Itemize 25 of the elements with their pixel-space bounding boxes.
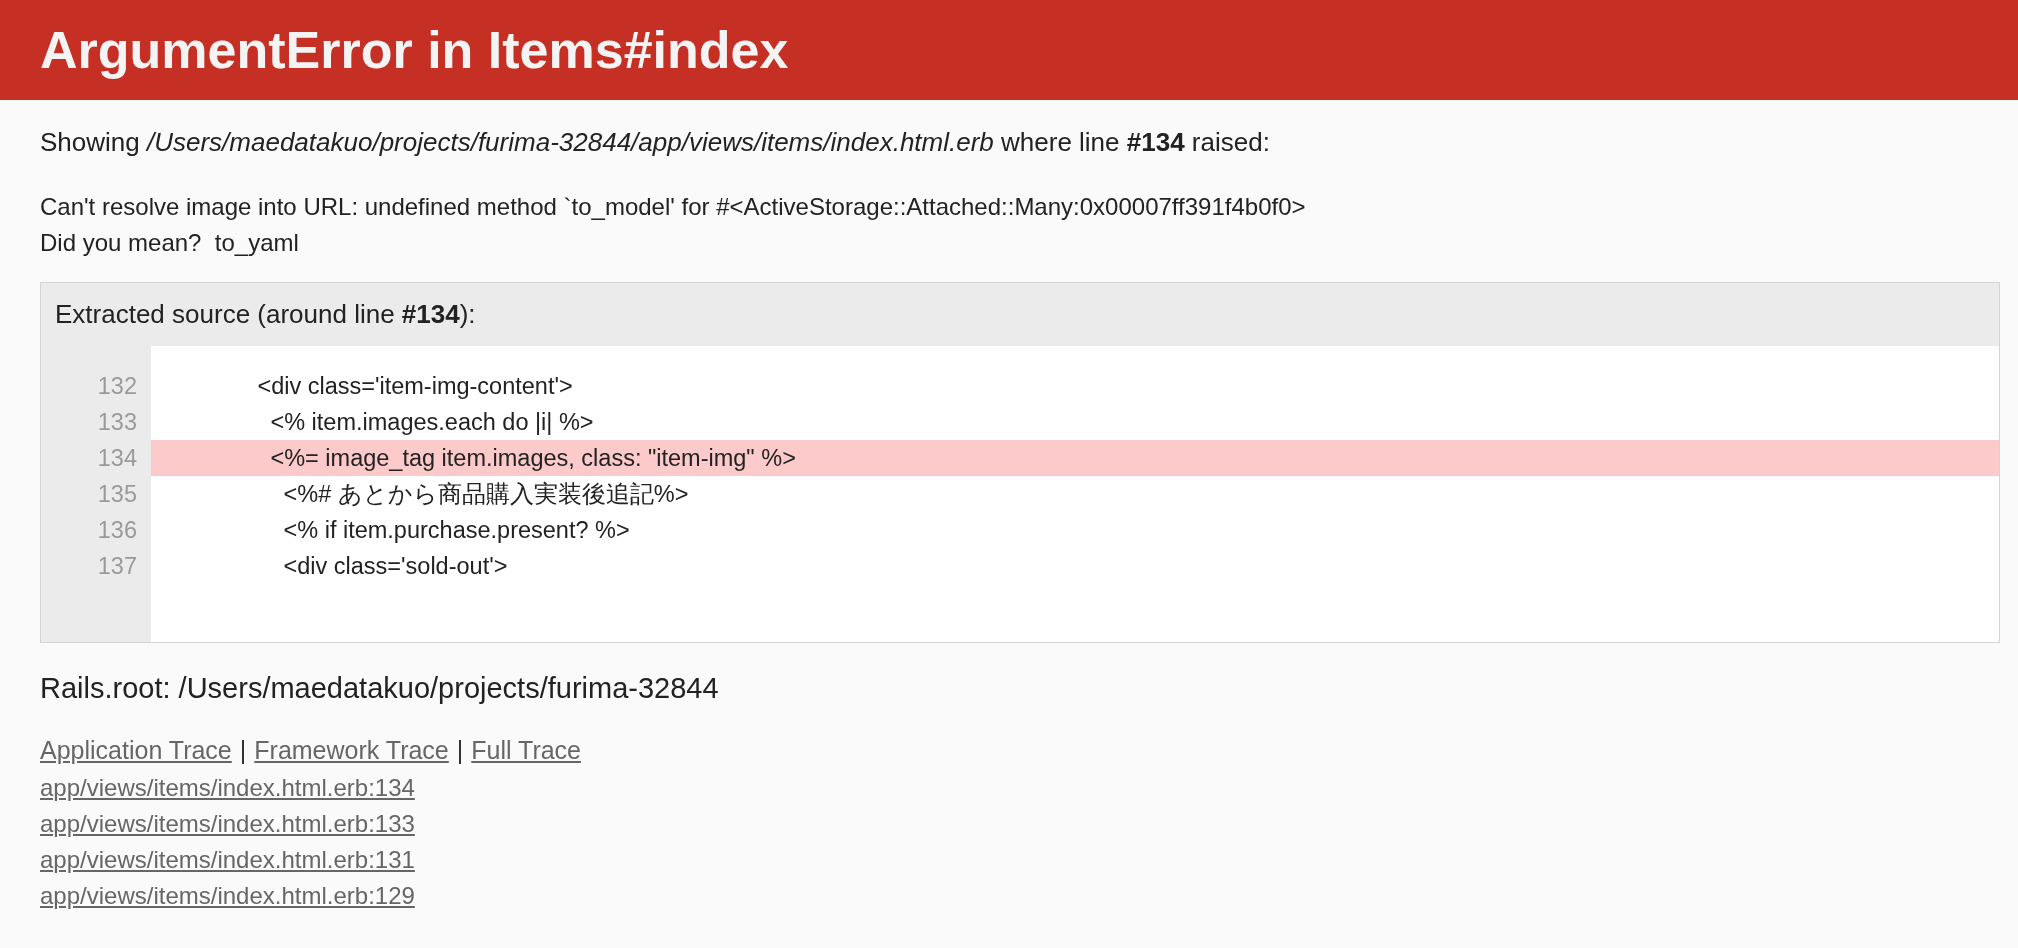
error-title: ArgumentError in Items#index bbox=[40, 20, 789, 81]
error-message: Can't resolve image into URL: undefined method `to_model' for #<ActiveStorage::Attached::Many:0x00007ff391f4b0f0> bbox=[40, 192, 1306, 222]
trace-link[interactable]: Full Trace bbox=[471, 734, 582, 766]
link-separator: | bbox=[239, 735, 247, 766]
trace-frame-link[interactable]: app/views/items/index.html.erb:134 bbox=[40, 774, 415, 801]
suggestion-text: Did you mean? to_yaml bbox=[40, 228, 299, 258]
line-number: 133 bbox=[96, 408, 137, 437]
trace-frame-link[interactable]: app/views/items/index.html.erb:131 bbox=[40, 846, 415, 873]
code-line: <div class='item-img-content'> bbox=[256, 372, 574, 401]
line-number: 137 bbox=[96, 552, 137, 581]
line-number: 136 bbox=[96, 516, 137, 545]
code-line: <%# あとから商品購入実装後追記%> bbox=[282, 480, 690, 509]
trace-link[interactable]: Application Trace bbox=[40, 734, 232, 766]
code-line: <% if item.purchase.present? %> bbox=[282, 516, 631, 545]
code-line: <div class='sold-out'> bbox=[282, 552, 509, 581]
line-number: 134 bbox=[96, 444, 137, 473]
line-number: 135 bbox=[96, 480, 137, 509]
rails-root-path: Rails.root: /Users/maedatakuo/projects/furima-32844 bbox=[40, 672, 719, 704]
code-line: <% item.images.each do |i| %> bbox=[269, 408, 595, 437]
trace-link[interactable]: Framework Trace bbox=[254, 734, 449, 766]
line-number: 132 bbox=[96, 372, 137, 401]
trace-frame-link[interactable]: app/views/items/index.html.erb:129 bbox=[40, 882, 415, 909]
trace-frame-link[interactable]: app/views/items/index.html.erb:133 bbox=[40, 810, 415, 837]
error-summary: Showing /Users/maedatakuo/projects/furima-32844/app/views/items/index.html.erb where line #134 raised: bbox=[40, 127, 1271, 157]
link-separator: | bbox=[456, 735, 464, 766]
